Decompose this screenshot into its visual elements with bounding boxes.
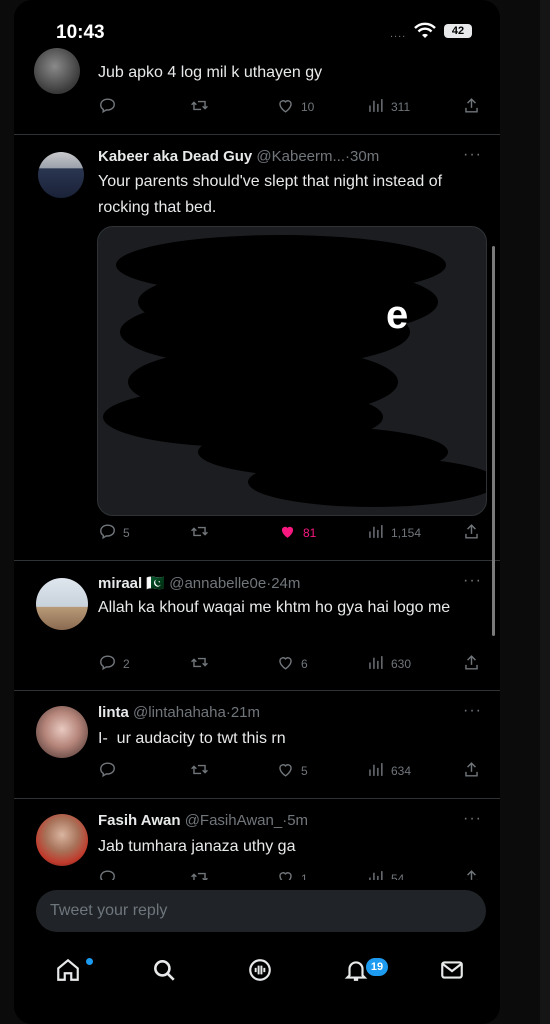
- like-button[interactable]: 1: [276, 868, 308, 880]
- search-icon: [151, 957, 177, 988]
- phone-screen: 10:43 .... 42 Jub apko 4 log mil k uthay…: [14, 0, 500, 1024]
- notifications-icon: [343, 957, 369, 988]
- reply-input[interactable]: Tweet your reply: [36, 890, 486, 932]
- nav-home[interactable]: [48, 952, 93, 992]
- notifications-badge: 19: [366, 958, 388, 976]
- reply-icon: [98, 868, 117, 880]
- home-icon: [55, 957, 81, 988]
- tweet-header: Fasih Awan @FasihAwan_·5m: [98, 812, 308, 829]
- adjacent-screen-edge: [540, 0, 550, 1024]
- retweet-button[interactable]: [190, 868, 215, 880]
- tweet-actions: 1 54: [98, 868, 488, 880]
- display-name[interactable]: Fasih Awan: [98, 812, 181, 829]
- reply-button[interactable]: [98, 868, 123, 880]
- user-handle[interactable]: @FasihAwan_: [185, 812, 283, 829]
- home-unread-dot: [86, 958, 93, 965]
- views-button[interactable]: 54: [366, 868, 404, 880]
- share-icon: [462, 868, 481, 880]
- avatar[interactable]: [36, 814, 88, 866]
- nav-messages[interactable]: [432, 952, 472, 992]
- nav-spaces[interactable]: [240, 952, 280, 992]
- heart-icon: [276, 868, 295, 880]
- tweet-text: Jab tumhara janaza uthy ga: [98, 838, 296, 855]
- like-count: 1: [301, 872, 308, 880]
- messages-icon: [439, 957, 465, 988]
- retweet-icon: [190, 868, 209, 880]
- tweet-age: 5m: [287, 812, 309, 829]
- share-button[interactable]: [462, 868, 481, 880]
- spaces-icon: [247, 957, 273, 988]
- scrollbar[interactable]: [492, 246, 495, 636]
- more-options-icon[interactable]: ···: [463, 810, 482, 828]
- nav-search[interactable]: [144, 952, 184, 992]
- bottom-navigation: 19: [14, 944, 500, 1000]
- tweet-item[interactable]: Fasih Awan @FasihAwan_·5m ··· Jab tumhar…: [14, 0, 500, 880]
- views-icon: [366, 868, 385, 880]
- view-count: 54: [391, 872, 405, 880]
- nav-notifications[interactable]: 19: [336, 952, 388, 992]
